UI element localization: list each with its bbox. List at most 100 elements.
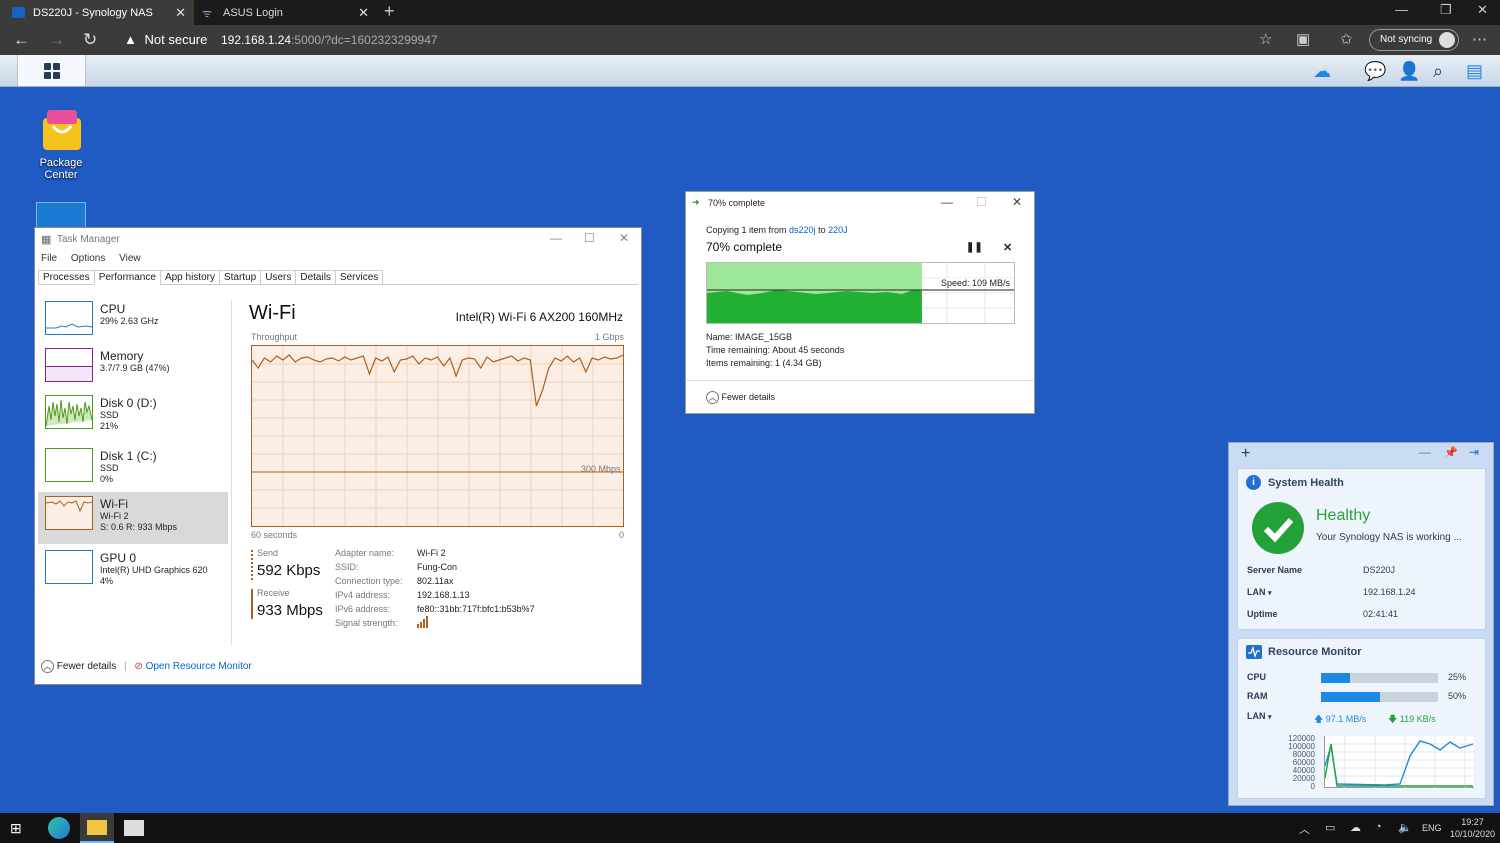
edge-icon[interactable]	[48, 817, 70, 839]
close-icon[interactable]: ✕	[175, 5, 186, 21]
time-label: 60 seconds	[251, 530, 298, 540]
notification-icon[interactable]: 💬	[1364, 61, 1386, 82]
cancel-button[interactable]: ✕	[1003, 241, 1012, 254]
start-icon[interactable]: ⊞	[10, 820, 32, 842]
shortcut-label: Package	[39, 157, 83, 169]
search-icon[interactable]: ⌕	[1433, 61, 1443, 82]
adapter-title: Intel(R) Wi-Fi 6 AX200 160MHz	[455, 310, 623, 324]
sidebar-sub: Intel(R) UHD Graphics 620 4%	[100, 565, 208, 586]
main-menu-button[interactable]	[17, 55, 86, 86]
chevron-up-icon: ︿	[706, 391, 719, 404]
chevron-down-icon: ▾	[1268, 590, 1272, 597]
throughput-graph	[251, 345, 624, 527]
menu-view[interactable]: View	[119, 253, 141, 264]
menu-bar: File Options View	[41, 253, 152, 264]
maximize-icon[interactable]: ❐	[1440, 2, 1452, 18]
menu-options[interactable]: Options	[71, 253, 105, 264]
server-name-value: DS220J	[1363, 565, 1396, 575]
onedrive-icon[interactable]: ☁	[1350, 821, 1361, 834]
volume-icon[interactable]: 🔈	[1398, 821, 1412, 834]
sidebar-label: Disk 1 (C:)	[100, 449, 157, 463]
add-widget-icon[interactable]: +	[1241, 445, 1250, 463]
minimize-icon[interactable]: —	[550, 231, 562, 245]
task-manager-taskbar-icon[interactable]	[124, 820, 144, 836]
maximize-icon[interactable]: ☐	[584, 231, 595, 245]
pin-icon[interactable]: 📌	[1444, 446, 1458, 459]
pause-button[interactable]: ❚❚	[966, 242, 983, 253]
destination-link[interactable]: 220J	[828, 225, 848, 235]
sidebar-item-memory[interactable]: Memory 3.7/7.9 GB (47%)	[38, 344, 228, 394]
tab-asus[interactable]: ᯤ ASUS Login ✕	[194, 0, 377, 25]
sidebar-item-gpu[interactable]: GPU 0 Intel(R) UHD Graphics 620 4%	[38, 546, 228, 598]
sidebar-sub: SSD 0%	[100, 463, 119, 484]
tab-processes[interactable]: Processes	[38, 270, 95, 285]
menu-file[interactable]: File	[41, 253, 57, 264]
task-manager-footer: ︿ Fewer details | ⊘ Open Resource Monito…	[41, 660, 252, 673]
file-explorer-button[interactable]	[80, 813, 114, 843]
minimize-icon[interactable]: —	[941, 195, 953, 209]
tab-dsm[interactable]: DS220J - Synology NAS ✕	[0, 0, 194, 25]
more-icon[interactable]: ⋯	[1472, 30, 1487, 48]
chevron-up-icon[interactable]: ︿	[1299, 821, 1310, 837]
wifi-thumbnail	[45, 496, 93, 530]
refresh-icon[interactable]: ↻	[83, 30, 97, 50]
close-icon[interactable]: ✕	[1012, 195, 1022, 209]
zero-label: 0	[619, 530, 625, 540]
lan-dropdown[interactable]: LAN ▾	[1247, 587, 1272, 597]
close-window-icon[interactable]: ✕	[1477, 2, 1488, 18]
fewer-details-button[interactable]: ︿ Fewer details	[706, 391, 775, 404]
lan-dropdown[interactable]: LAN ▾	[1247, 711, 1272, 721]
minimize-icon[interactable]: —	[1419, 445, 1431, 459]
security-indicator[interactable]: ▲ Not secure	[124, 32, 207, 47]
sidebar-item-wifi[interactable]: Wi-Fi Wi-Fi 2 S: 0.6 R: 933 Mbps	[38, 492, 228, 544]
control-panel-icon[interactable]	[36, 202, 86, 228]
sidebar-label: Disk 0 (D:)	[100, 396, 157, 410]
url-field[interactable]: 192.168.1.24:5000/?dc=1602323299947	[221, 33, 438, 47]
sidebar-item-disk1[interactable]: Disk 1 (C:) SSD 0%	[38, 444, 228, 496]
send-value: 592 Kbps	[257, 562, 321, 579]
tab-app-history[interactable]: App history	[159, 270, 220, 285]
cloud-sync-icon[interactable]: ☁	[1313, 61, 1331, 82]
open-resource-monitor-link[interactable]: ⊘ Open Resource Monitor	[134, 661, 251, 672]
widgets-icon[interactable]: ▤	[1466, 61, 1483, 82]
back-icon[interactable]: ←	[13, 30, 30, 50]
sync-button[interactable]: Not syncing	[1369, 29, 1459, 51]
resource-monitor-widget: Resource Monitor CPU 25% RAM 50% LAN ▾ 🡅…	[1237, 638, 1486, 799]
ram-bar	[1321, 692, 1438, 702]
minimize-icon[interactable]: —	[1395, 2, 1408, 17]
close-icon[interactable]: ✕	[619, 231, 629, 245]
sidebar-item-cpu[interactable]: CPU 29% 2.63 GHz	[38, 297, 228, 347]
clock[interactable]: 19:27 10/10/2020	[1450, 816, 1495, 840]
detail-value: 802.11ax	[417, 576, 454, 586]
favorites-icon[interactable]: ✩	[1340, 30, 1353, 48]
close-icon[interactable]: ✕	[358, 5, 369, 21]
tab-users[interactable]: Users	[260, 270, 297, 285]
tab-performance[interactable]: Performance	[93, 270, 161, 285]
fewer-details-button[interactable]: ︿ Fewer details	[41, 660, 116, 673]
cpu-bar-fill	[1321, 673, 1351, 683]
tab-services[interactable]: Services	[334, 270, 384, 285]
source-link[interactable]: ds220j	[789, 225, 816, 235]
ram-bar-fill	[1321, 692, 1380, 702]
maximize-icon[interactable]: ☐	[976, 195, 987, 209]
sidebar-item-disk0[interactable]: Disk 0 (D:) SSD 21%	[38, 391, 228, 443]
upload-speed: 🡅 97.1 MB/s	[1314, 714, 1367, 724]
page-title: Wi-Fi	[249, 302, 296, 324]
tab-startup[interactable]: Startup	[218, 270, 262, 285]
divider	[231, 300, 232, 645]
new-tab-button[interactable]: +	[384, 1, 395, 22]
task-manager-window: ▦ Task Manager — ☐ ✕ File Options View P…	[34, 227, 642, 685]
sidebar-sub: Wi-Fi 2 S: 0.6 R: 933 Mbps	[100, 511, 178, 532]
wifi-icon[interactable]: ◔	[1375, 821, 1382, 833]
tab-details[interactable]: Details	[295, 270, 336, 285]
user-icon[interactable]: 👤	[1398, 61, 1420, 82]
receive-marker	[251, 589, 253, 619]
forward-icon[interactable]: →	[48, 30, 65, 50]
package-center-shortcut[interactable]: Package Center	[30, 106, 92, 181]
collapse-panel-icon[interactable]: ⇥	[1469, 445, 1479, 459]
favorite-star-icon[interactable]: ☆	[1259, 30, 1272, 48]
cpu-label: CPU	[1247, 672, 1267, 682]
battery-icon[interactable]: ▭	[1325, 821, 1335, 834]
language-indicator[interactable]: ENG	[1422, 823, 1442, 833]
extension-icon[interactable]: ▣	[1296, 30, 1310, 48]
